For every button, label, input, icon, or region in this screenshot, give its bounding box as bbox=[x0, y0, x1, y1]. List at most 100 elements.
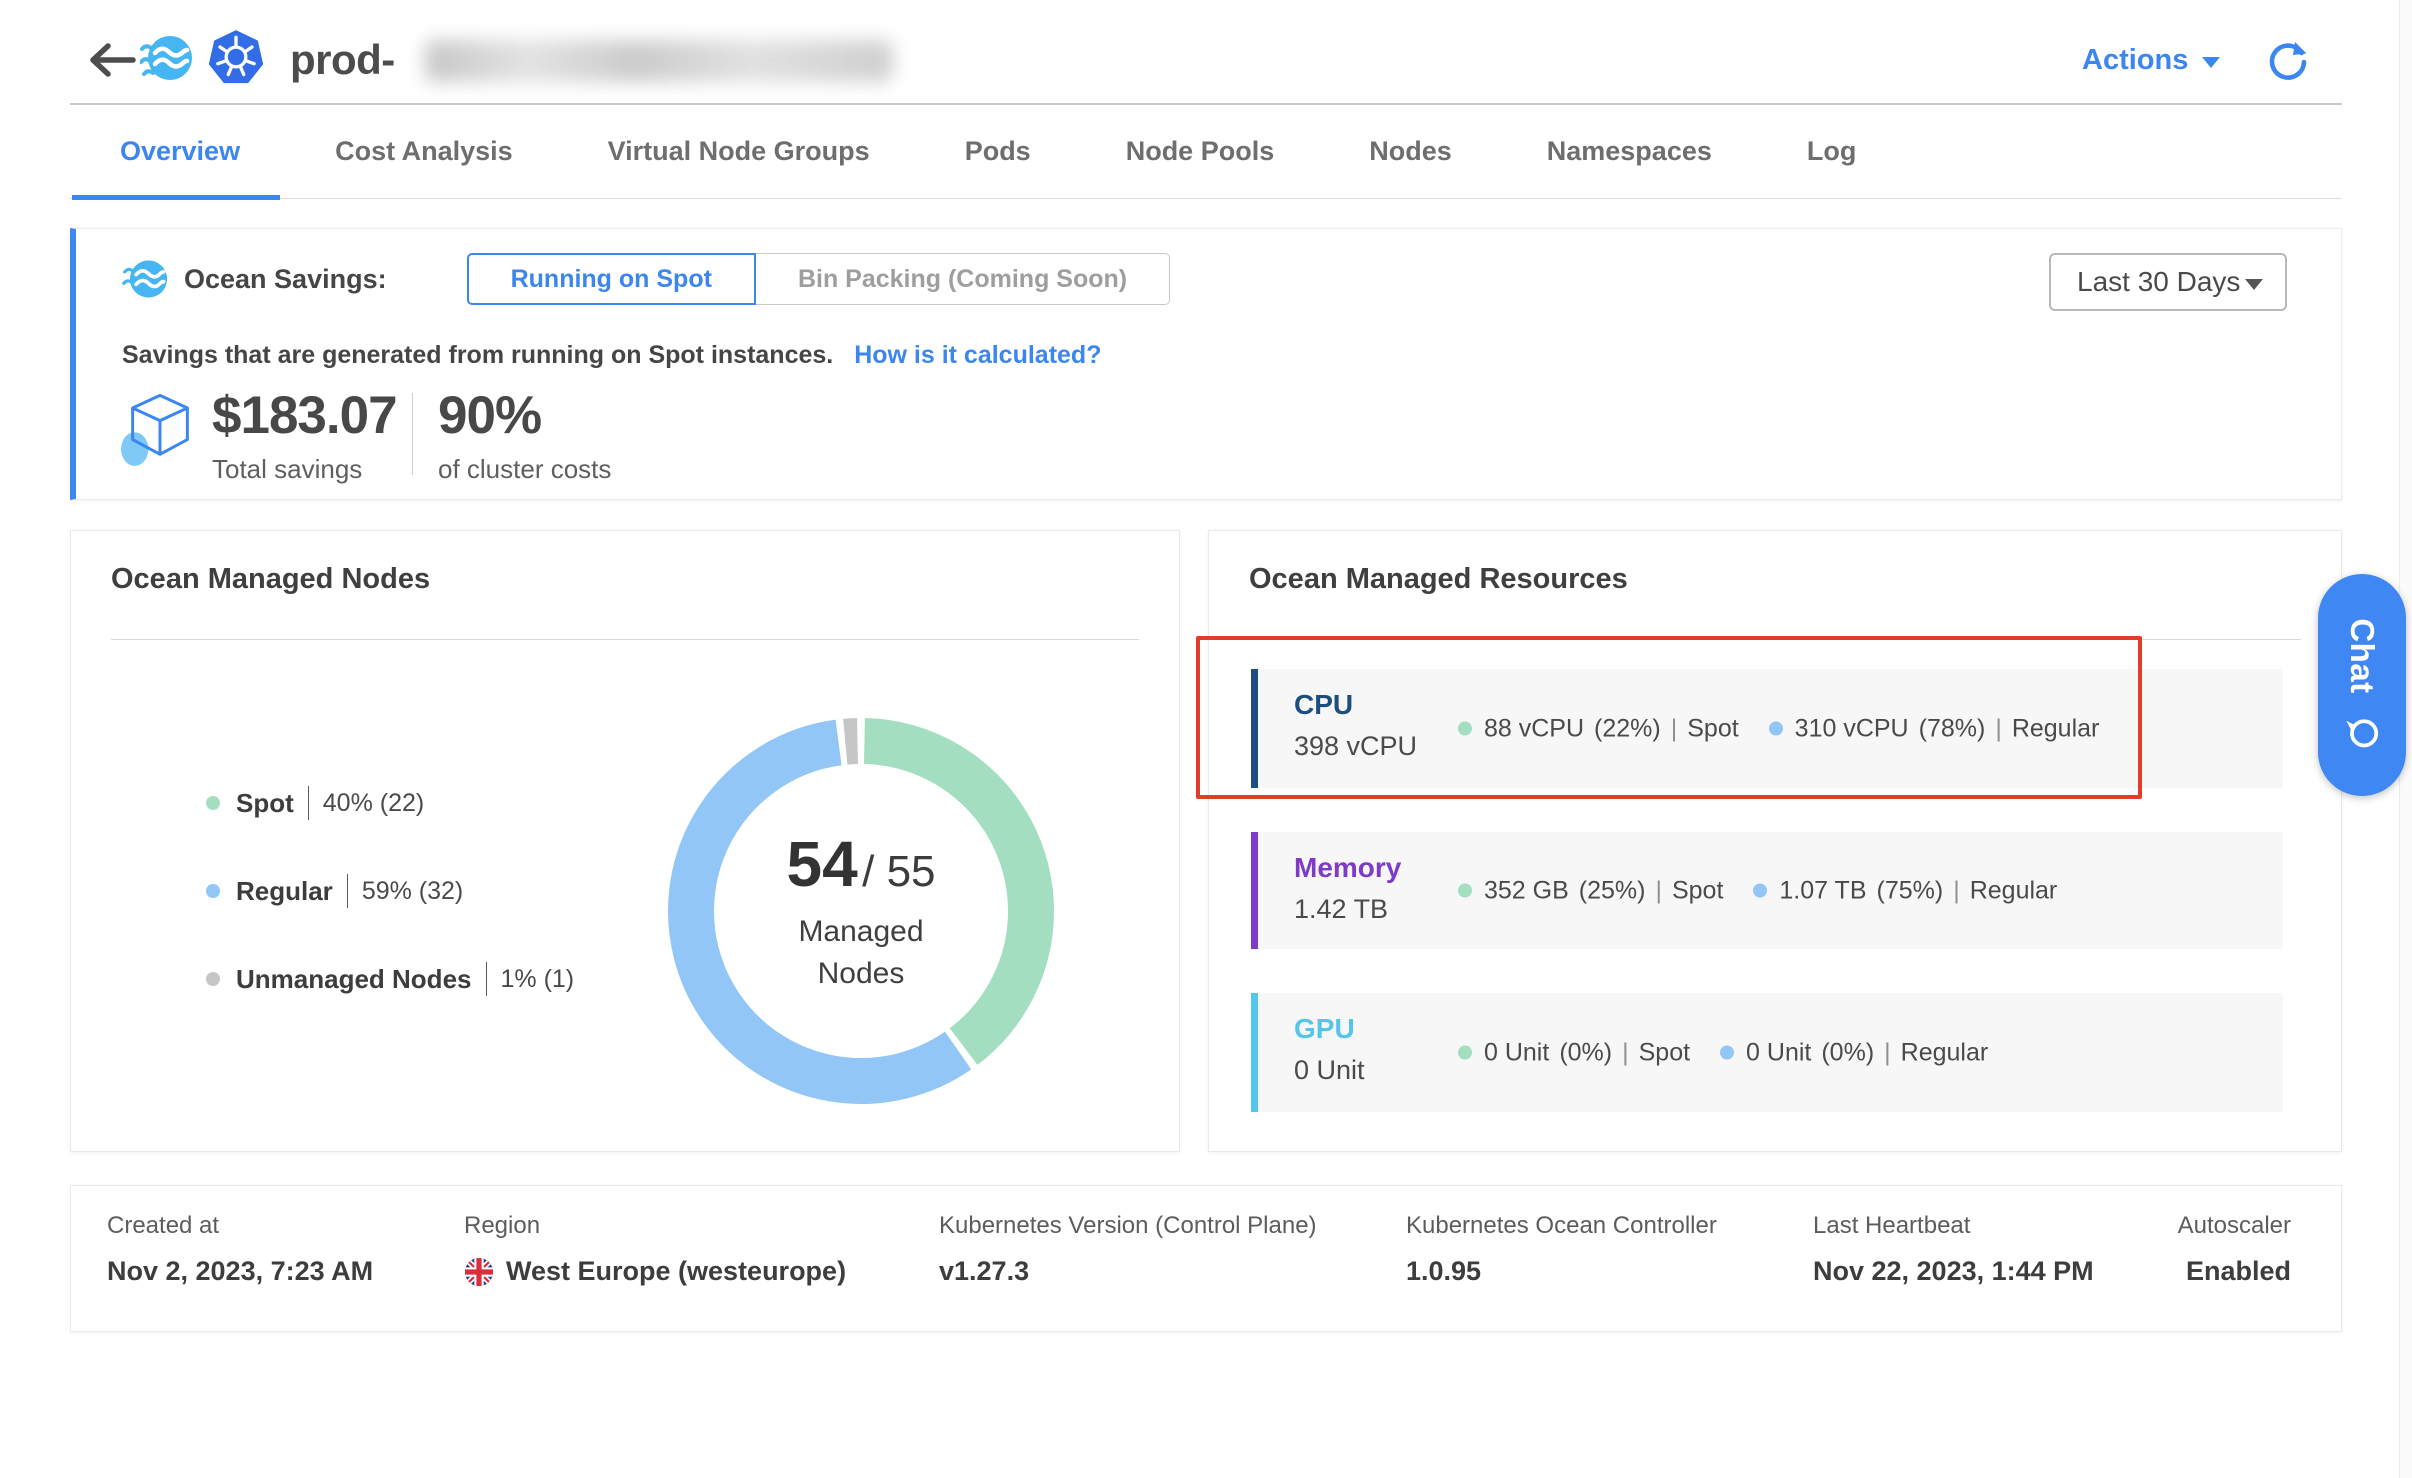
total-savings-stat: $183.07 Total savings bbox=[212, 385, 397, 485]
cluster-title-redacted bbox=[425, 40, 893, 82]
info-kubernetes-ocean-controller: Kubernetes Ocean Controller 1.0.95 bbox=[1406, 1212, 1717, 1287]
resource-stat-memory-regular: 1.07 TB(75%)|Regular bbox=[1753, 876, 2057, 905]
stat-type: Spot bbox=[1687, 714, 1738, 743]
stat-amount: 0 Unit bbox=[1484, 1038, 1549, 1067]
resource-stat-memory-spot: 352 GB(25%)|Spot bbox=[1458, 876, 1723, 905]
stat-type: Regular bbox=[1970, 876, 2058, 905]
resource-stats: 352 GB(25%)|Spot1.07 TB(75%)|Regular bbox=[1458, 876, 2057, 905]
toggle-bin-packing-coming-soon[interactable]: Bin Packing (Coming Soon) bbox=[756, 253, 1170, 305]
tab-virtual-node-groups[interactable]: Virtual Node Groups bbox=[608, 136, 870, 167]
spot-dot bbox=[1458, 1046, 1472, 1060]
info-label: Autoscaler bbox=[2178, 1212, 2291, 1240]
donut-center: 54 / 55 Managed Nodes bbox=[641, 691, 1081, 1131]
nodes-legend: Spot 40% (22) Regular59% (32) Unmanaged Nod… bbox=[206, 783, 574, 1047]
stat-amount: 1.07 TB bbox=[1779, 876, 1866, 905]
managed-count: 54 bbox=[786, 828, 857, 900]
legend-dot bbox=[206, 972, 220, 986]
tab-cost-analysis[interactable]: Cost Analysis bbox=[335, 136, 513, 167]
legend-value: 40% (22) bbox=[323, 789, 424, 818]
info-label: Region bbox=[464, 1212, 846, 1240]
cluster-costs-stat: 90% of cluster costs bbox=[438, 385, 611, 485]
total-savings-label: Total savings bbox=[212, 454, 397, 485]
tab-overview[interactable]: Overview bbox=[120, 136, 240, 167]
refresh-button[interactable] bbox=[2266, 38, 2310, 87]
stat-pipe: | bbox=[1884, 1038, 1891, 1067]
resource-total: 1.42 TB bbox=[1294, 894, 1388, 925]
stat-percent: (0%) bbox=[1559, 1038, 1612, 1067]
resource-total: 398 vCPU bbox=[1294, 731, 1417, 762]
stat-amount: 88 vCPU bbox=[1484, 714, 1584, 743]
ocean-logo-icon bbox=[140, 34, 192, 87]
tab-log[interactable]: Log bbox=[1807, 136, 1856, 167]
actions-menu-button[interactable]: Actions bbox=[2082, 44, 2220, 77]
cluster-pct-value: 90% bbox=[438, 385, 611, 446]
spot-dot bbox=[1458, 884, 1472, 898]
total-count: / 55 bbox=[862, 847, 935, 896]
resource-stat-gpu-spot: 0 Unit(0%)|Spot bbox=[1458, 1038, 1690, 1067]
total-savings-value: $183.07 bbox=[212, 385, 397, 446]
cluster-pct-label: of cluster costs bbox=[438, 454, 611, 485]
how-calculated-link[interactable]: How is it calculated? bbox=[854, 341, 1101, 369]
ocean-savings-icon bbox=[122, 257, 168, 301]
tabs: Overview Cost Analysis Virtual Node Groups… bbox=[70, 104, 2342, 199]
legend-separator bbox=[347, 874, 348, 908]
managed-resources-title: Ocean Managed Resources bbox=[1249, 563, 1628, 596]
stat-percent: (25%) bbox=[1579, 876, 1646, 905]
toggle-running-on-spot[interactable]: Running on Spot bbox=[467, 253, 756, 305]
info-value: Nov 22, 2023, 1:44 PM bbox=[1813, 1256, 2094, 1287]
legend-item-unmanaged-nodes: Unmanaged Nodes1% (1) bbox=[206, 959, 574, 999]
savings-description-text: Savings that are generated from running … bbox=[122, 341, 833, 369]
back-arrow-icon bbox=[86, 40, 138, 80]
cluster-info-bar: Created atNov 2, 2023, 7:23 AMRegionWest… bbox=[70, 1185, 2342, 1332]
chevron-down-icon bbox=[2202, 57, 2220, 68]
back-button[interactable] bbox=[86, 40, 138, 80]
stat-amount: 310 vCPU bbox=[1795, 714, 1909, 743]
info-last-heartbeat: Last HeartbeatNov 22, 2023, 1:44 PM bbox=[1813, 1212, 2094, 1287]
stat-pipe: | bbox=[1622, 1038, 1629, 1067]
resource-row-cpu: CPU 398 vCPU 88 vCPU (22%) | Spot 310 vCPU (78%… bbox=[1251, 669, 2283, 788]
stat-type: Regular bbox=[2012, 714, 2100, 743]
regular-dot bbox=[1753, 884, 1767, 898]
resource-stats: 88 vCPU (22%) | Spot 310 vCPU (78%) | Regular bbox=[1458, 714, 2099, 743]
regular-dot bbox=[1769, 722, 1783, 736]
chat-label: Chat bbox=[2343, 618, 2381, 693]
uk-flag-icon bbox=[464, 1257, 494, 1287]
resource-name: CPU bbox=[1294, 689, 1353, 721]
resource-stats: 0 Unit(0%)|Spot0 Unit(0%)|Regular bbox=[1458, 1038, 1988, 1067]
resource-row-gpu: GPU0 Unit0 Unit(0%)|Spot0 Unit(0%)|Regul… bbox=[1251, 993, 2283, 1112]
stat-pipe: | bbox=[1953, 876, 1960, 905]
chevron-down-icon bbox=[2245, 279, 2263, 290]
resource-stat-cpu-spot: 88 vCPU (22%) | Spot bbox=[1458, 714, 1739, 743]
info-value: 1.0.95 bbox=[1406, 1256, 1717, 1287]
stat-pipe: | bbox=[1671, 714, 1678, 743]
tab-namespaces[interactable]: Namespaces bbox=[1547, 136, 1712, 167]
tab-pods[interactable]: Pods bbox=[965, 136, 1031, 167]
ocean-savings-card: Ocean Savings: Running on SpotBin Packin… bbox=[70, 228, 2342, 500]
stat-percent: (22%) bbox=[1594, 714, 1661, 743]
legend-item-regular: Regular59% (32) bbox=[206, 871, 574, 911]
period-select[interactable]: Last 30 Days bbox=[2049, 253, 2287, 311]
chat-button[interactable]: Chat bbox=[2318, 574, 2406, 796]
stat-type: Regular bbox=[1901, 1038, 1989, 1067]
stat-percent: (78%) bbox=[1919, 714, 1986, 743]
chat-button-inner: Chat bbox=[2343, 618, 2381, 751]
stat-amount: 0 Unit bbox=[1746, 1038, 1811, 1067]
legend-value: 1% (1) bbox=[501, 965, 575, 994]
tab-nodes[interactable]: Nodes bbox=[1369, 136, 1452, 167]
resource-row-memory: Memory1.42 TB352 GB(25%)|Spot1.07 TB(75%… bbox=[1251, 832, 2283, 949]
info-label: Kubernetes Version (Control Plane) bbox=[939, 1212, 1317, 1240]
header: prod- Actions bbox=[0, 0, 2412, 104]
managed-nodes-divider bbox=[111, 639, 1139, 640]
info-label: Kubernetes Ocean Controller bbox=[1406, 1212, 1717, 1240]
legend-item-spot: Spot 40% (22) bbox=[206, 783, 574, 823]
legend-separator bbox=[308, 786, 309, 820]
stat-pipe: | bbox=[1995, 714, 2002, 743]
legend-label: Spot bbox=[236, 788, 294, 819]
cluster-title: prod- bbox=[290, 36, 395, 84]
stat-pipe: | bbox=[1655, 876, 1662, 905]
ocean-cluster-overview-page: prod- Actions Overview Cost Analysis Virtu… bbox=[0, 0, 2412, 1478]
info-kubernetes-version-control-plane: Kubernetes Version (Control Plane)v1.27.… bbox=[939, 1212, 1317, 1287]
stat-amount: 352 GB bbox=[1484, 876, 1569, 905]
tab-node-pools[interactable]: Node Pools bbox=[1126, 136, 1275, 167]
period-select-value: Last 30 Days bbox=[2077, 266, 2240, 298]
